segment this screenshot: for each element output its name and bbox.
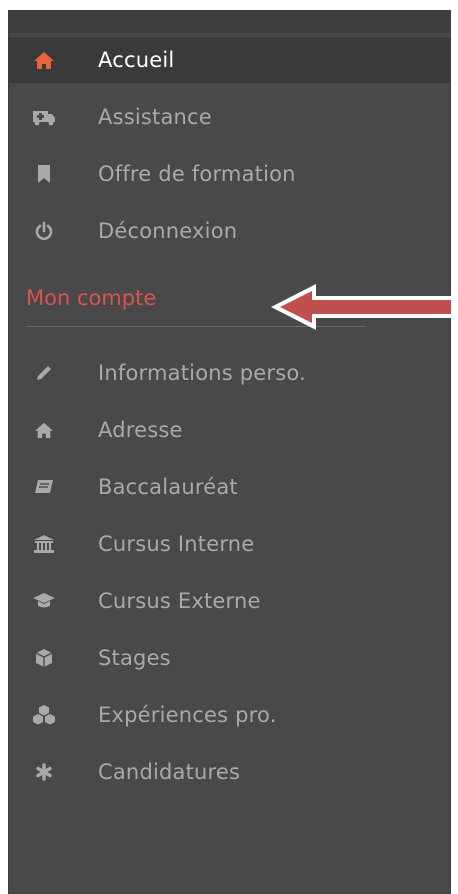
- sidebar-item-accueil[interactable]: Accueil: [8, 37, 451, 83]
- sidebar-top-strip: [8, 10, 451, 33]
- sidebar-item-label: Informations perso.: [98, 361, 306, 385]
- sidebar-item-label: Candidatures: [98, 760, 241, 784]
- sidebar-item-informations-perso[interactable]: Informations perso.: [8, 350, 451, 396]
- sidebar-item-offre-de-formation[interactable]: Offre de formation: [8, 151, 451, 197]
- sidebar-item-experiences-pro[interactable]: Expériences pro.: [8, 692, 451, 738]
- bookmark-icon: [32, 162, 56, 186]
- home-icon: [32, 48, 56, 72]
- graduation-cap-icon: [32, 589, 56, 613]
- sidebar-item-label: Accueil: [98, 48, 175, 72]
- sidebar-item-cursus-interne[interactable]: Cursus Interne: [8, 521, 451, 567]
- sidebar-item-label: Baccalauréat: [98, 475, 238, 499]
- sidebar-item-assistance[interactable]: Assistance: [8, 94, 451, 140]
- sidebar-item-cursus-externe[interactable]: Cursus Externe: [8, 578, 451, 624]
- cubes-icon: [32, 703, 56, 727]
- page: Accueil Assistance Offre de formation Dé…: [0, 0, 458, 894]
- cube-icon: [32, 646, 56, 670]
- sidebar-item-adresse[interactable]: Adresse: [8, 407, 451, 453]
- sidebar-item-stages[interactable]: Stages: [8, 635, 451, 681]
- sidebar-item-label: Assistance: [98, 105, 212, 129]
- sidebar-item-label: Offre de formation: [98, 162, 296, 186]
- sidebar-item-candidatures[interactable]: Candidatures: [8, 749, 451, 795]
- pencil-icon: [32, 361, 56, 385]
- sidebar-item-deconnexion[interactable]: Déconnexion: [8, 208, 451, 254]
- section-title-mon-compte: Mon compte: [26, 286, 157, 310]
- sidebar-item-label: Adresse: [98, 418, 183, 442]
- book-icon: [32, 475, 56, 499]
- home-icon: [32, 418, 56, 442]
- sidebar-item-label: Cursus Interne: [98, 532, 255, 556]
- sidebar-item-label: Cursus Externe: [98, 589, 261, 613]
- sidebar-item-baccalaureat[interactable]: Baccalauréat: [8, 464, 451, 510]
- institution-icon: [32, 532, 56, 556]
- power-icon: [32, 219, 56, 243]
- ambulance-icon: [32, 105, 56, 129]
- sidebar-item-label: Stages: [98, 646, 171, 670]
- asterisk-icon: [32, 760, 56, 784]
- sidebar-item-label: Expériences pro.: [98, 703, 277, 727]
- annotation-arrow: [271, 284, 455, 330]
- sidebar-item-label: Déconnexion: [98, 219, 238, 243]
